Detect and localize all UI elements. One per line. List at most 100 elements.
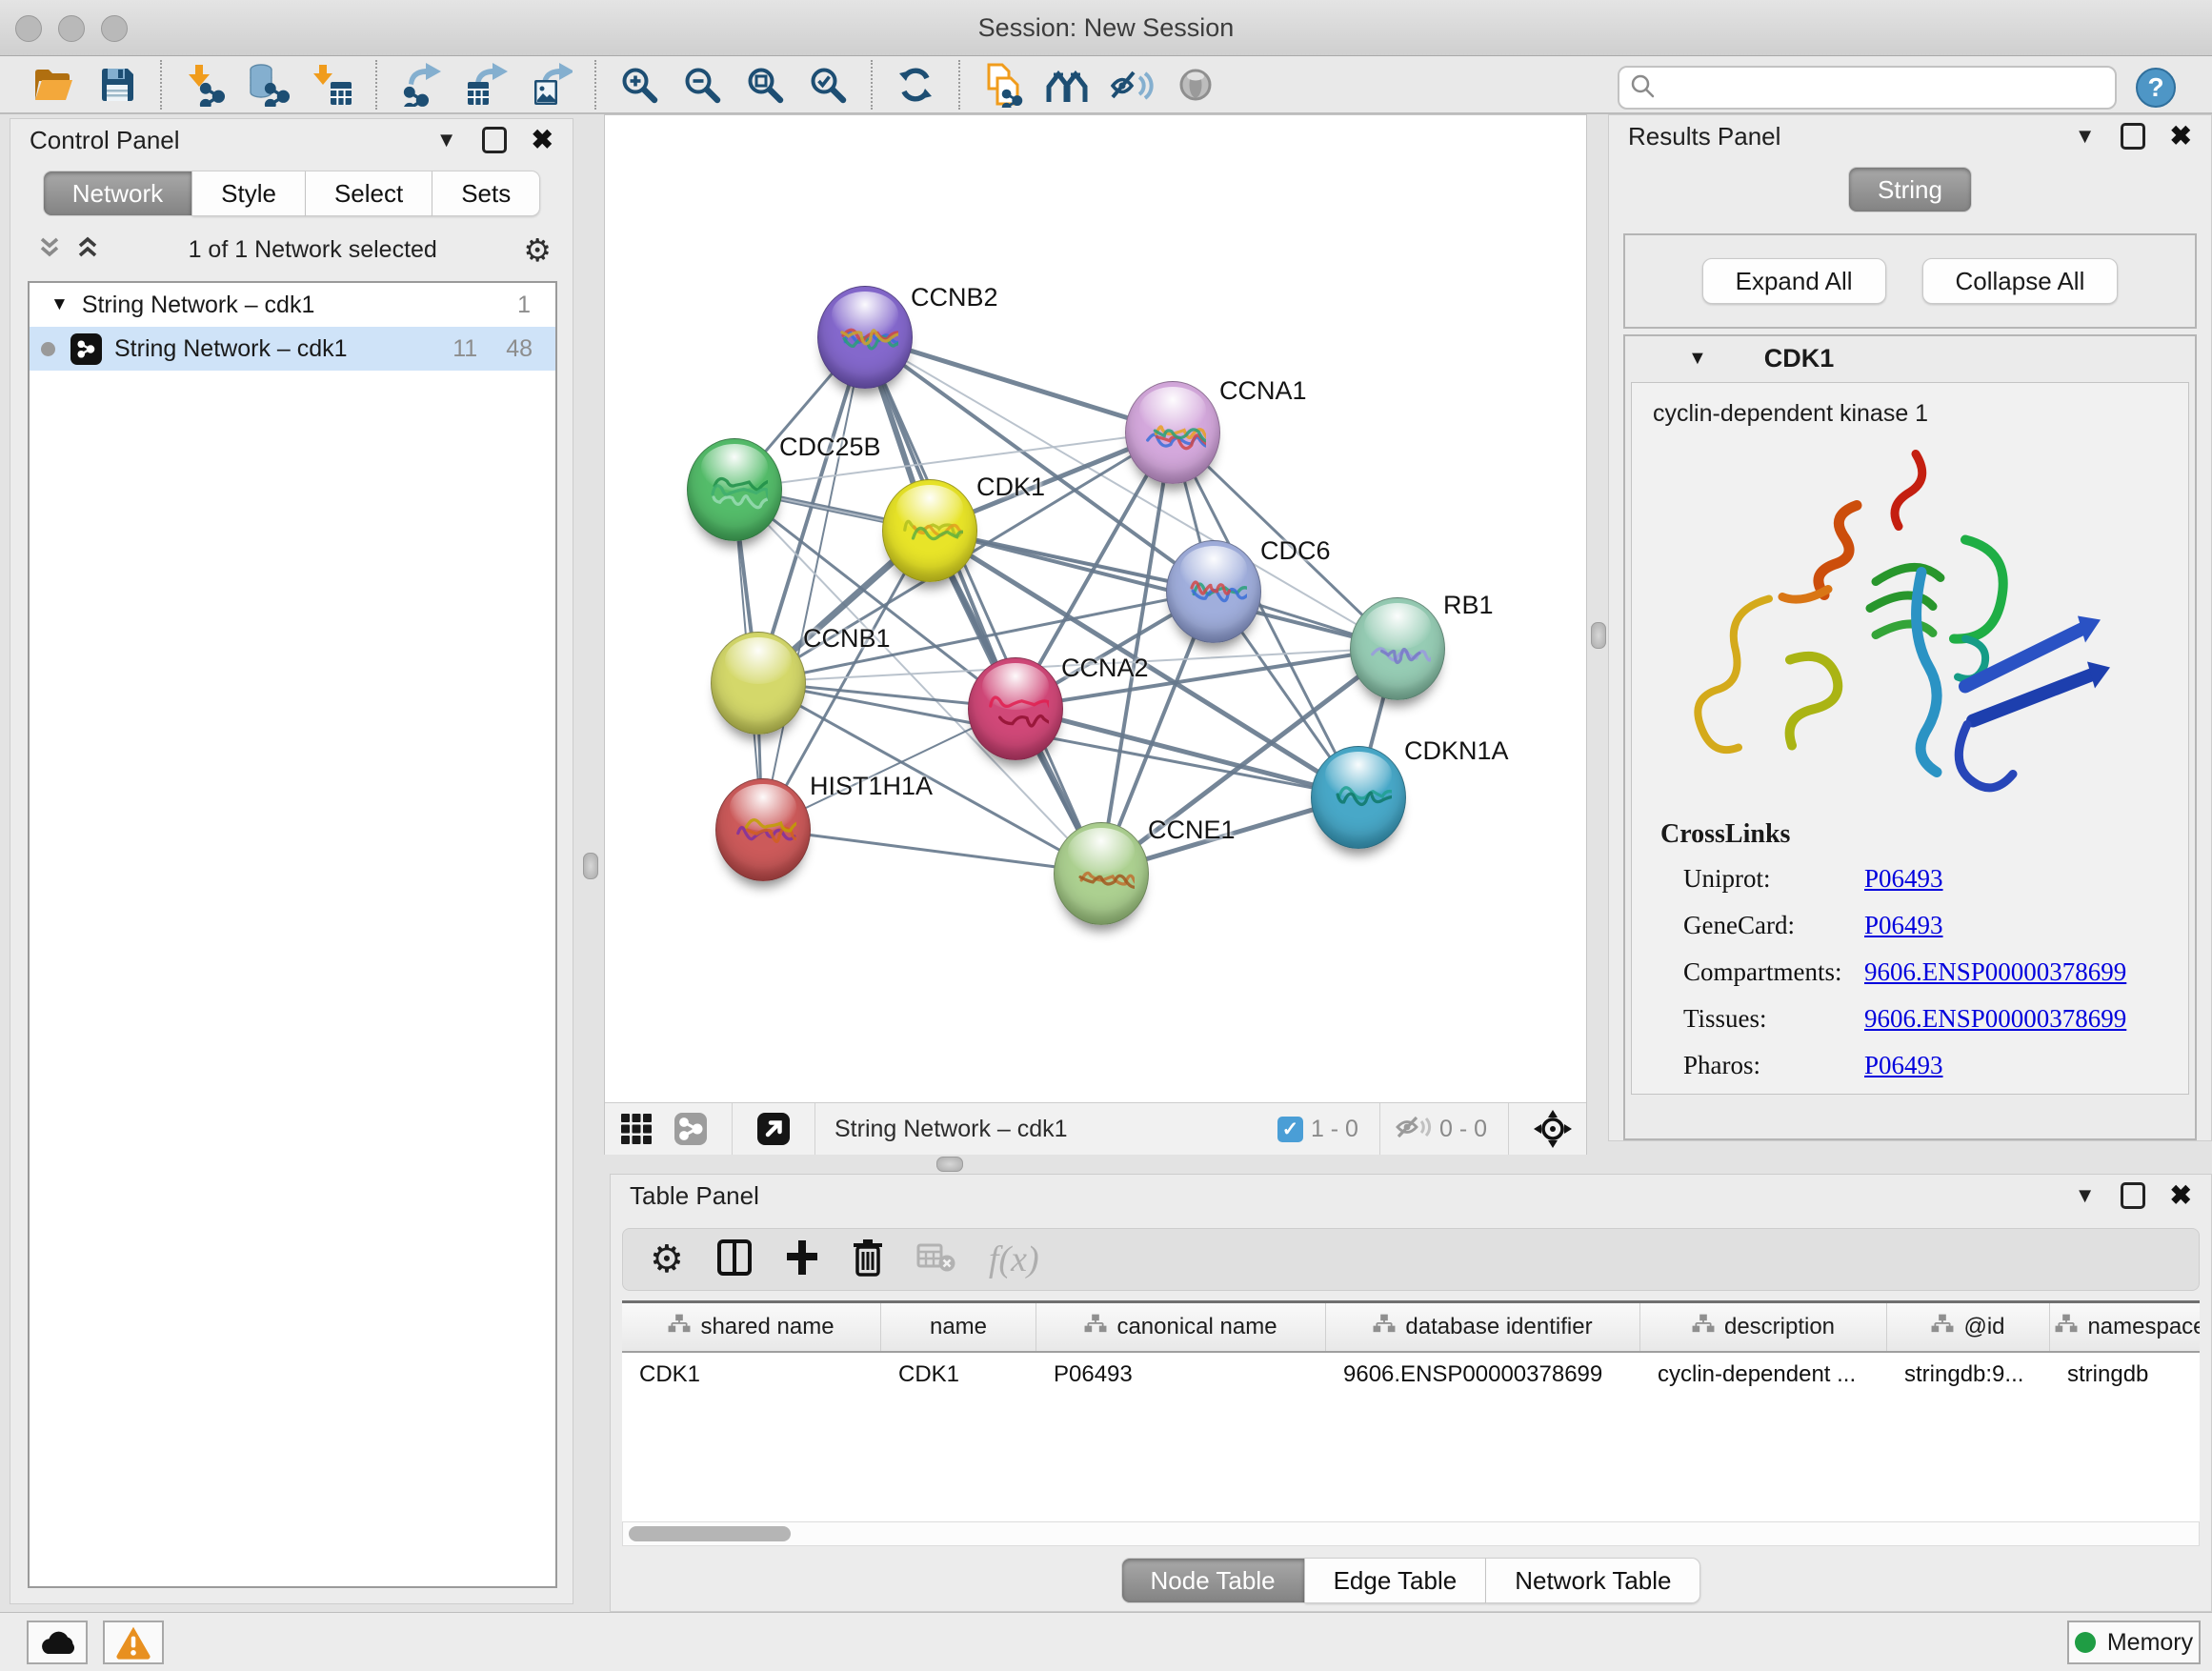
function-builder-icon: f(x) [989, 1238, 1039, 1280]
crosslink-link[interactable]: 9606.ENSP00000378699 [1864, 1004, 2126, 1034]
tab-node-table[interactable]: Node Table [1121, 1558, 1305, 1603]
show-all-icon[interactable] [1175, 64, 1217, 106]
help-button[interactable]: ? [2135, 67, 2177, 109]
column-label: shared name [700, 1314, 834, 1340]
scrollbar-thumb[interactable] [629, 1526, 791, 1541]
right-splitter-grip[interactable] [1591, 622, 1606, 649]
search-box[interactable] [1618, 66, 2117, 110]
tab-style[interactable]: Style [192, 171, 306, 216]
crosslink-link[interactable]: P06493 [1864, 1051, 1943, 1080]
control-panel: Control Panel ▼ ✖ NetworkStyleSelectSets… [10, 118, 573, 1604]
zoom-fit-icon[interactable] [744, 64, 786, 106]
warning-status-button[interactable] [103, 1621, 164, 1664]
column-header-database-identifier[interactable]: database identifier [1326, 1303, 1640, 1351]
left-splitter-grip[interactable] [583, 853, 598, 879]
panel-menu-icon[interactable]: ▼ [2075, 1183, 2096, 1208]
expand-all-networks-icon[interactable] [73, 233, 102, 267]
crosslink-link[interactable]: P06493 [1864, 911, 1943, 940]
network-canvas[interactable]: CCNB2CCNA1CDC25BCDK1CDC6RB1CCNB1CCNA2CDK… [605, 115, 1586, 1102]
column-header-canonical-name[interactable]: canonical name [1036, 1303, 1326, 1351]
apply-layout-icon[interactable] [895, 64, 936, 106]
network-node-hist1h1a[interactable] [715, 778, 811, 881]
table-horizontal-scrollbar[interactable] [622, 1521, 2200, 1546]
zoom-selected-icon[interactable] [807, 64, 849, 106]
network-node-ccna1[interactable] [1125, 381, 1220, 484]
new-network-from-selection-icon[interactable] [982, 62, 1024, 108]
birdseye-view-icon[interactable] [756, 1112, 791, 1146]
collapse-all-networks-icon[interactable] [35, 233, 64, 267]
network-node-ccnb2[interactable] [817, 286, 913, 389]
column-header-name[interactable]: name [881, 1303, 1036, 1351]
network-node-ccne1[interactable] [1054, 822, 1149, 925]
node-label-ccne1: CCNE1 [1148, 815, 1236, 845]
panel-close-icon[interactable]: ✖ [2170, 1186, 2192, 1205]
export-network-icon[interactable] [399, 63, 443, 107]
export-image-icon[interactable] [529, 63, 573, 107]
column-header-namespace[interactable]: namespace [2050, 1303, 2200, 1351]
zoom-out-icon[interactable] [681, 64, 723, 106]
gene-section-header[interactable]: ▼ CDK1 [1625, 336, 2195, 380]
tree-expander-icon[interactable]: ▼ [50, 294, 69, 315]
tab-edge-table[interactable]: Edge Table [1305, 1558, 1487, 1603]
network-node-cdc6[interactable] [1166, 540, 1261, 643]
panel-float-icon[interactable] [2121, 123, 2145, 150]
show-columns-icon[interactable] [716, 1238, 753, 1281]
horizontal-splitter-grip[interactable] [936, 1157, 963, 1172]
collapse-all-button[interactable]: Collapse All [1922, 258, 2119, 304]
tab-select[interactable]: Select [306, 171, 432, 216]
panel-close-icon[interactable]: ✖ [532, 131, 553, 150]
save-session-icon[interactable] [96, 64, 138, 106]
hide-selected-icon[interactable] [1110, 66, 1154, 104]
column-header--id[interactable]: @id [1887, 1303, 2050, 1351]
crosslink-link[interactable]: 9606.ENSP00000378699 [1864, 957, 2126, 987]
crosslink-row: Tissues:9606.ENSP00000378699 [1632, 1004, 2188, 1042]
panel-float-icon[interactable] [482, 127, 507, 153]
tab-network-table[interactable]: Network Table [1486, 1558, 1700, 1603]
network-row-selected[interactable]: String Network – cdk1 11 48 [30, 327, 555, 371]
network-node-rb1[interactable] [1350, 597, 1445, 700]
grid-view-icon[interactable] [620, 1113, 653, 1145]
edge-count: 48 [506, 335, 533, 363]
center-view-crosshair-icon[interactable] [1533, 1109, 1573, 1149]
network-share-view-icon[interactable] [674, 1112, 708, 1146]
tab-sets[interactable]: Sets [432, 171, 540, 216]
column-header-description[interactable]: description [1640, 1303, 1887, 1351]
network-node-cdc25b[interactable] [687, 438, 782, 541]
import-network-database-icon[interactable] [247, 63, 291, 107]
node-table: shared name namecanonical namedatabase id… [622, 1300, 2200, 1524]
panel-float-icon[interactable] [2121, 1182, 2145, 1209]
section-expander-icon[interactable]: ▼ [1688, 348, 1707, 370]
memory-button[interactable]: Memory [2067, 1621, 2201, 1664]
import-table-icon[interactable] [312, 63, 353, 107]
open-file-icon[interactable] [31, 64, 75, 106]
cloud-status-button[interactable] [27, 1621, 88, 1664]
column-header-shared-name[interactable]: shared name [622, 1303, 881, 1351]
network-node-ccnb1[interactable] [711, 632, 806, 735]
crosslink-link[interactable]: P06493 [1864, 864, 1943, 894]
panel-close-icon[interactable]: ✖ [2170, 127, 2192, 146]
tab-network[interactable]: Network [43, 171, 192, 216]
network-collection-row[interactable]: ▼ String Network – cdk1 1 [30, 283, 555, 327]
network-selection-status: 1 of 1 Network selected [102, 236, 523, 264]
network-options-gear-icon[interactable]: ⚙ [523, 232, 552, 269]
import-network-file-icon[interactable] [184, 63, 226, 107]
selected-checkbox-icon[interactable]: ✓ [1277, 1117, 1303, 1142]
first-neighbors-icon[interactable] [1045, 66, 1089, 104]
network-node-cdkn1a[interactable] [1311, 746, 1406, 849]
network-node-cdk1[interactable] [882, 479, 977, 582]
export-table-icon[interactable] [464, 63, 508, 107]
zoom-in-icon[interactable] [618, 64, 660, 106]
search-input[interactable] [1656, 73, 2105, 102]
node-label-cdkn1a: CDKN1A [1404, 736, 1509, 766]
table-row[interactable]: CDK1CDK1P064939606.ENSP00000378699cyclin… [622, 1353, 2200, 1397]
crosslink-label: GeneCard: [1683, 911, 1795, 940]
panel-menu-icon[interactable]: ▼ [2075, 124, 2096, 149]
table-settings-gear-icon[interactable]: ⚙ [650, 1238, 684, 1281]
tab-string[interactable]: String [1848, 167, 1972, 212]
expand-all-button[interactable]: Expand All [1702, 258, 1886, 304]
delete-column-trash-icon[interactable] [852, 1238, 884, 1282]
network-node-ccna2[interactable] [968, 657, 1063, 760]
column-type-icon [1931, 1314, 1954, 1341]
add-column-icon[interactable] [785, 1238, 819, 1281]
panel-menu-icon[interactable]: ▼ [436, 128, 457, 152]
